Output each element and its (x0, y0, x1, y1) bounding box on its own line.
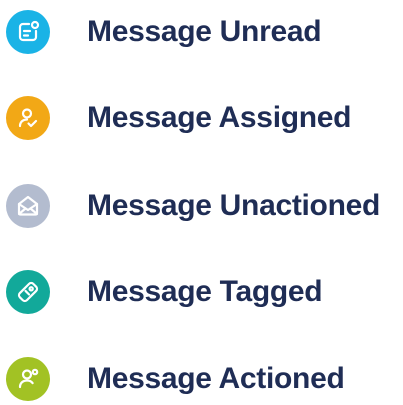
message-unread-icon (6, 10, 50, 54)
user-actioned-icon (6, 357, 50, 401)
legend-label-assigned: Message Assigned (87, 101, 352, 134)
user-check-icon (6, 96, 50, 140)
message-status-legend: Message Unread Message Assigned Message … (0, 0, 403, 401)
legend-item-tagged: Message Tagged (6, 266, 323, 318)
legend-item-actioned: Message Actioned (6, 353, 345, 405)
legend-label-unread: Message Unread (87, 15, 322, 48)
legend-label-tagged: Message Tagged (87, 275, 323, 308)
legend-label-unactioned: Message Unactioned (87, 189, 381, 222)
legend-item-assigned: Message Assigned (6, 92, 352, 144)
legend-item-unread: Message Unread (6, 6, 322, 58)
legend-item-unactioned: Message Unactioned (6, 180, 380, 232)
legend-label-actioned: Message Actioned (87, 362, 345, 395)
tag-icon (6, 270, 50, 314)
open-envelope-icon (6, 184, 50, 228)
